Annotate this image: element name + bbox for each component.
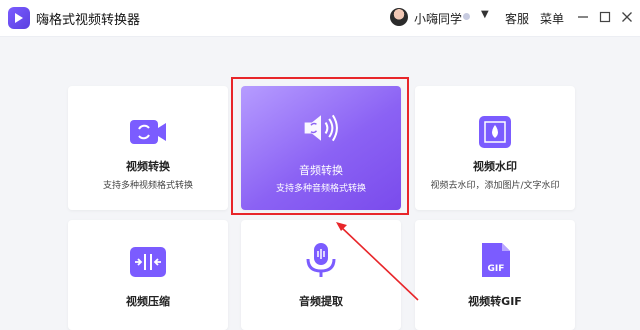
vip-badge-icon <box>463 13 470 20</box>
app-logo-icon <box>8 7 30 29</box>
card-video-compress[interactable]: 视频压缩 <box>68 220 228 330</box>
audio-extract-icon <box>301 240 341 280</box>
title-bar: 嗨格式视频转换器 小嗨同学 ▼ 客服 菜单 <box>0 0 640 37</box>
minimize-icon[interactable] <box>574 8 592 26</box>
card-video-watermark[interactable]: 视频水印 视频去水印，添加图片/文字水印 <box>415 86 575 210</box>
card-title: 音频提取 <box>299 295 343 308</box>
card-desc: 支持多种视频格式转换 <box>102 181 193 191</box>
card-audio-extract[interactable]: 音频提取 <box>241 220 401 330</box>
avatar[interactable] <box>390 8 408 26</box>
video-convert-icon <box>128 112 168 152</box>
card-title: 视频转GIF <box>468 295 522 308</box>
gif-icon: GIF <box>475 240 515 280</box>
video-watermark-icon <box>475 112 515 152</box>
card-title: 视频水印 <box>473 160 517 173</box>
menu-link[interactable]: 菜单 <box>540 10 564 27</box>
card-title: 视频压缩 <box>126 295 170 308</box>
card-title: 视频转换 <box>126 160 170 173</box>
card-video-to-gif[interactable]: GIF 视频转GIF <box>415 220 575 330</box>
close-icon[interactable] <box>618 8 636 26</box>
video-compress-icon <box>128 242 168 282</box>
highlight-box <box>231 77 409 215</box>
svg-text:GIF: GIF <box>488 264 505 274</box>
maximize-icon[interactable] <box>596 8 614 26</box>
app-title: 嗨格式视频转换器 <box>36 13 141 28</box>
username[interactable]: 小嗨同学 <box>414 10 462 27</box>
card-desc: 视频去水印，添加图片/文字水印 <box>430 181 560 191</box>
customer-service-link[interactable]: 客服 <box>505 10 529 27</box>
card-video-convert[interactable]: 视频转换 支持多种视频格式转换 <box>68 86 228 210</box>
account-dropdown-icon[interactable]: ▼ <box>481 9 489 20</box>
